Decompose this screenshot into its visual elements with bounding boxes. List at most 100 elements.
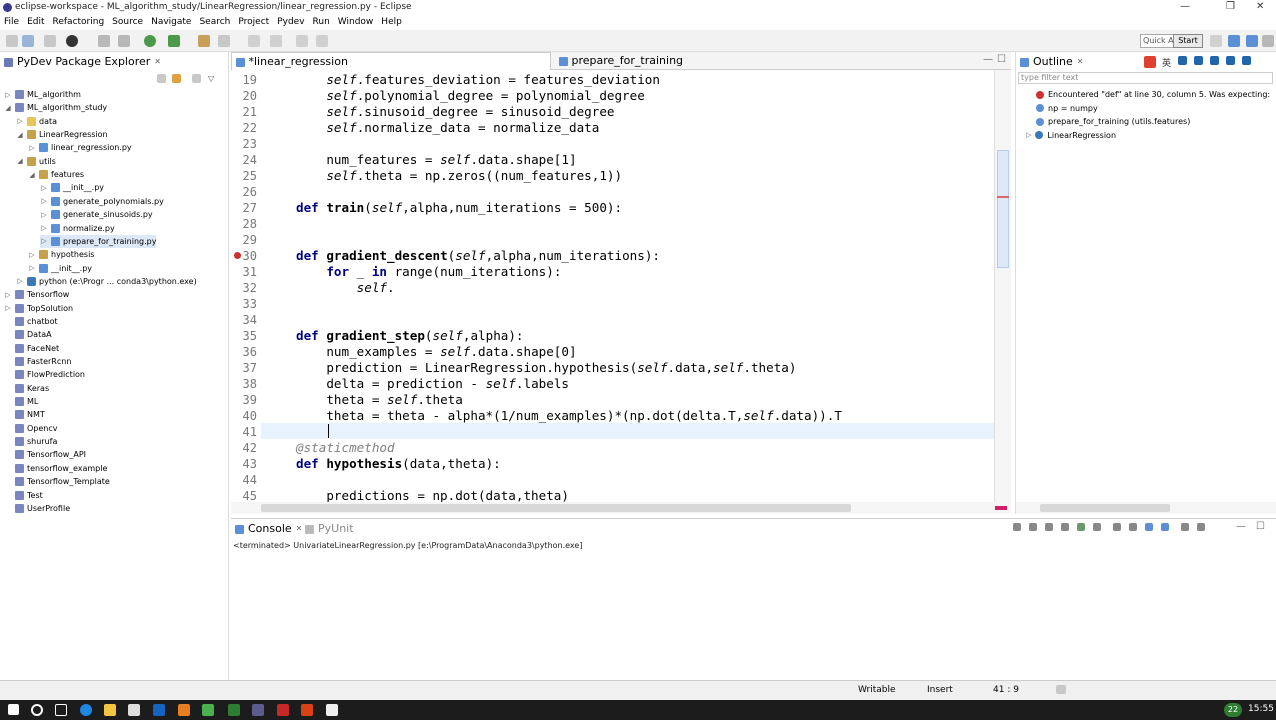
- tree-item[interactable]: Keras: [4, 382, 49, 395]
- menu-navigate[interactable]: Navigate: [147, 15, 195, 29]
- code-line[interactable]: self.: [296, 280, 395, 295]
- stop-icon[interactable]: [1013, 523, 1021, 531]
- file-explorer-icon[interactable]: [104, 704, 116, 716]
- expand-toggle-icon[interactable]: ▷: [28, 251, 36, 259]
- code-line[interactable]: theta = self.theta: [296, 392, 463, 407]
- tree-item[interactable]: tensorflow_example: [4, 462, 107, 475]
- tree-item[interactable]: Tensorflow_Template: [4, 475, 110, 488]
- refresh-icon[interactable]: [118, 35, 130, 47]
- display-console-icon[interactable]: [1161, 523, 1169, 531]
- clear-console-icon[interactable]: [1061, 523, 1069, 531]
- cortana-icon[interactable]: [31, 704, 43, 716]
- console-menu-icon[interactable]: [1197, 523, 1205, 531]
- tree-item[interactable]: NMT: [4, 408, 45, 421]
- code-line[interactable]: predictions = np.dot(data,theta): [296, 488, 569, 502]
- code-line[interactable]: self.theta = np.zeros((num_features,1)): [296, 168, 622, 183]
- remove-launch-icon[interactable]: [1029, 523, 1037, 531]
- tree-item[interactable]: ▷ __init__.py: [28, 262, 92, 275]
- app-icon[interactable]: [277, 704, 289, 716]
- tree-item[interactable]: Opencv: [4, 422, 58, 435]
- expand-toggle-icon[interactable]: ▷: [16, 277, 24, 285]
- menu-window[interactable]: Window: [334, 15, 378, 29]
- maximize-editor-icon[interactable]: ☐: [997, 54, 1006, 65]
- pin-console-icon[interactable]: [1145, 523, 1153, 531]
- scroll-thumb[interactable]: [997, 150, 1009, 268]
- clock[interactable]: 15:55: [1248, 704, 1274, 714]
- tree-item[interactable]: DataA: [4, 328, 52, 341]
- tree-item[interactable]: FlowPrediction: [4, 368, 85, 381]
- menu-search[interactable]: Search: [195, 15, 234, 29]
- tree-item[interactable]: ▷ normalize.py: [40, 222, 115, 235]
- annotation-icon[interactable]: [248, 35, 260, 47]
- view-menu-icon[interactable]: [192, 74, 201, 83]
- new-icon[interactable]: [6, 35, 18, 47]
- code-line[interactable]: [296, 424, 326, 439]
- expand-toggle-icon[interactable]: ▷: [40, 237, 48, 245]
- minimize-editor-icon[interactable]: —: [983, 54, 993, 65]
- start-button[interactable]: Start: [1173, 34, 1203, 48]
- console-tab[interactable]: Console ✕: [235, 521, 302, 537]
- remove-all-icon[interactable]: [1045, 523, 1053, 531]
- editor-horizontal-scrollbar[interactable]: [231, 502, 1011, 514]
- package-explorer-tab[interactable]: PyDev Package Explorer ✕: [4, 54, 161, 70]
- tree-item[interactable]: ▷ TopSolution: [4, 302, 73, 315]
- tree-item[interactable]: FasterRcnn: [4, 355, 71, 368]
- menu-project[interactable]: Project: [234, 15, 273, 29]
- app-icon[interactable]: [326, 704, 338, 716]
- editor-vertical-scrollbar[interactable]: [994, 70, 1011, 502]
- view-menu-chevron-icon[interactable]: ▽: [208, 74, 220, 86]
- outline-item[interactable]: Encountered "def" at line 30, column 5. …: [1036, 90, 1270, 99]
- expand-toggle-icon[interactable]: ▷: [28, 264, 36, 272]
- tree-item[interactable]: ◢ features: [28, 168, 84, 181]
- tree-item[interactable]: ▷ python (e:\Progr ... conda3\python.exe): [16, 275, 197, 288]
- ime-menu-icon[interactable]: [1242, 56, 1251, 65]
- java-perspective-icon[interactable]: [1246, 35, 1258, 47]
- expand-toggle-icon[interactable]: ▷: [40, 197, 48, 205]
- expand-toggle-icon[interactable]: ▷: [4, 304, 12, 312]
- maximize-console-icon[interactable]: ☐: [1256, 521, 1265, 532]
- expand-toggle-icon[interactable]: ▷: [16, 117, 24, 125]
- debug-perspective-icon[interactable]: [1262, 35, 1274, 47]
- code-line[interactable]: num_examples = self.data.shape[0]: [296, 344, 576, 359]
- expand-toggle-icon[interactable]: ◢: [4, 104, 12, 112]
- windows-start-icon[interactable]: [8, 704, 19, 715]
- outline-filter-input[interactable]: type filter text: [1018, 72, 1273, 84]
- code-line[interactable]: self.features_deviation = features_devia…: [296, 72, 660, 87]
- app-icon[interactable]: [202, 704, 214, 716]
- tree-item[interactable]: ▷ data: [16, 115, 57, 128]
- code-line[interactable]: num_features = self.data.shape[1]: [296, 152, 576, 167]
- tree-item[interactable]: Test: [4, 489, 43, 502]
- tree-item[interactable]: Tensorflow_API: [4, 448, 86, 461]
- code-line[interactable]: def gradient_step(self,alpha):: [296, 328, 524, 343]
- expand-toggle-icon[interactable]: ◢: [16, 157, 24, 165]
- expand-toggle-icon[interactable]: ▷: [40, 224, 48, 232]
- ime-skin-icon[interactable]: [1194, 56, 1203, 65]
- code-line[interactable]: for _ in range(num_iterations):: [296, 264, 561, 279]
- code-line[interactable]: def hypothesis(data,theta):: [296, 456, 501, 471]
- tree-item[interactable]: UserProfile: [4, 502, 70, 515]
- code-line[interactable]: def gradient_descent(self,alpha,num_iter…: [296, 248, 660, 263]
- run-dropdown-icon[interactable]: [168, 35, 180, 47]
- tree-item[interactable]: shurufa: [4, 435, 57, 448]
- next-annotation-icon[interactable]: [270, 35, 282, 47]
- eclipse-taskbar-icon[interactable]: [252, 704, 264, 716]
- build-icon[interactable]: [98, 35, 110, 47]
- notification-badge[interactable]: 22: [1224, 703, 1242, 717]
- tab-linear-regression[interactable]: *linear_regression (ML_algorithm_study.L…: [231, 52, 551, 86]
- restore-icon[interactable]: ❐: [1226, 1, 1235, 12]
- tree-item[interactable]: ◢ LinearRegression: [16, 128, 108, 141]
- tree-item[interactable]: ▷ Tensorflow: [4, 288, 69, 301]
- expand-toggle-icon[interactable]: ▷: [28, 144, 36, 152]
- debug-icon[interactable]: [66, 35, 78, 47]
- tree-item[interactable]: ◢ utils: [16, 155, 56, 168]
- show-on-error-icon[interactable]: [1129, 523, 1137, 531]
- task-view-icon[interactable]: [55, 704, 67, 716]
- expand-toggle-icon[interactable]: ▷: [1026, 131, 1031, 139]
- app-icon[interactable]: [178, 704, 190, 716]
- tab-prepare-for-training[interactable]: prepare_for_training: [555, 52, 695, 70]
- expand-toggle-icon[interactable]: ▷: [40, 211, 48, 219]
- ime-english-icon[interactable]: 英: [1162, 56, 1171, 69]
- tree-item[interactable]: ML: [4, 395, 38, 408]
- outline-item[interactable]: np = numpy: [1036, 104, 1098, 113]
- ime-mic-icon[interactable]: [1210, 56, 1219, 65]
